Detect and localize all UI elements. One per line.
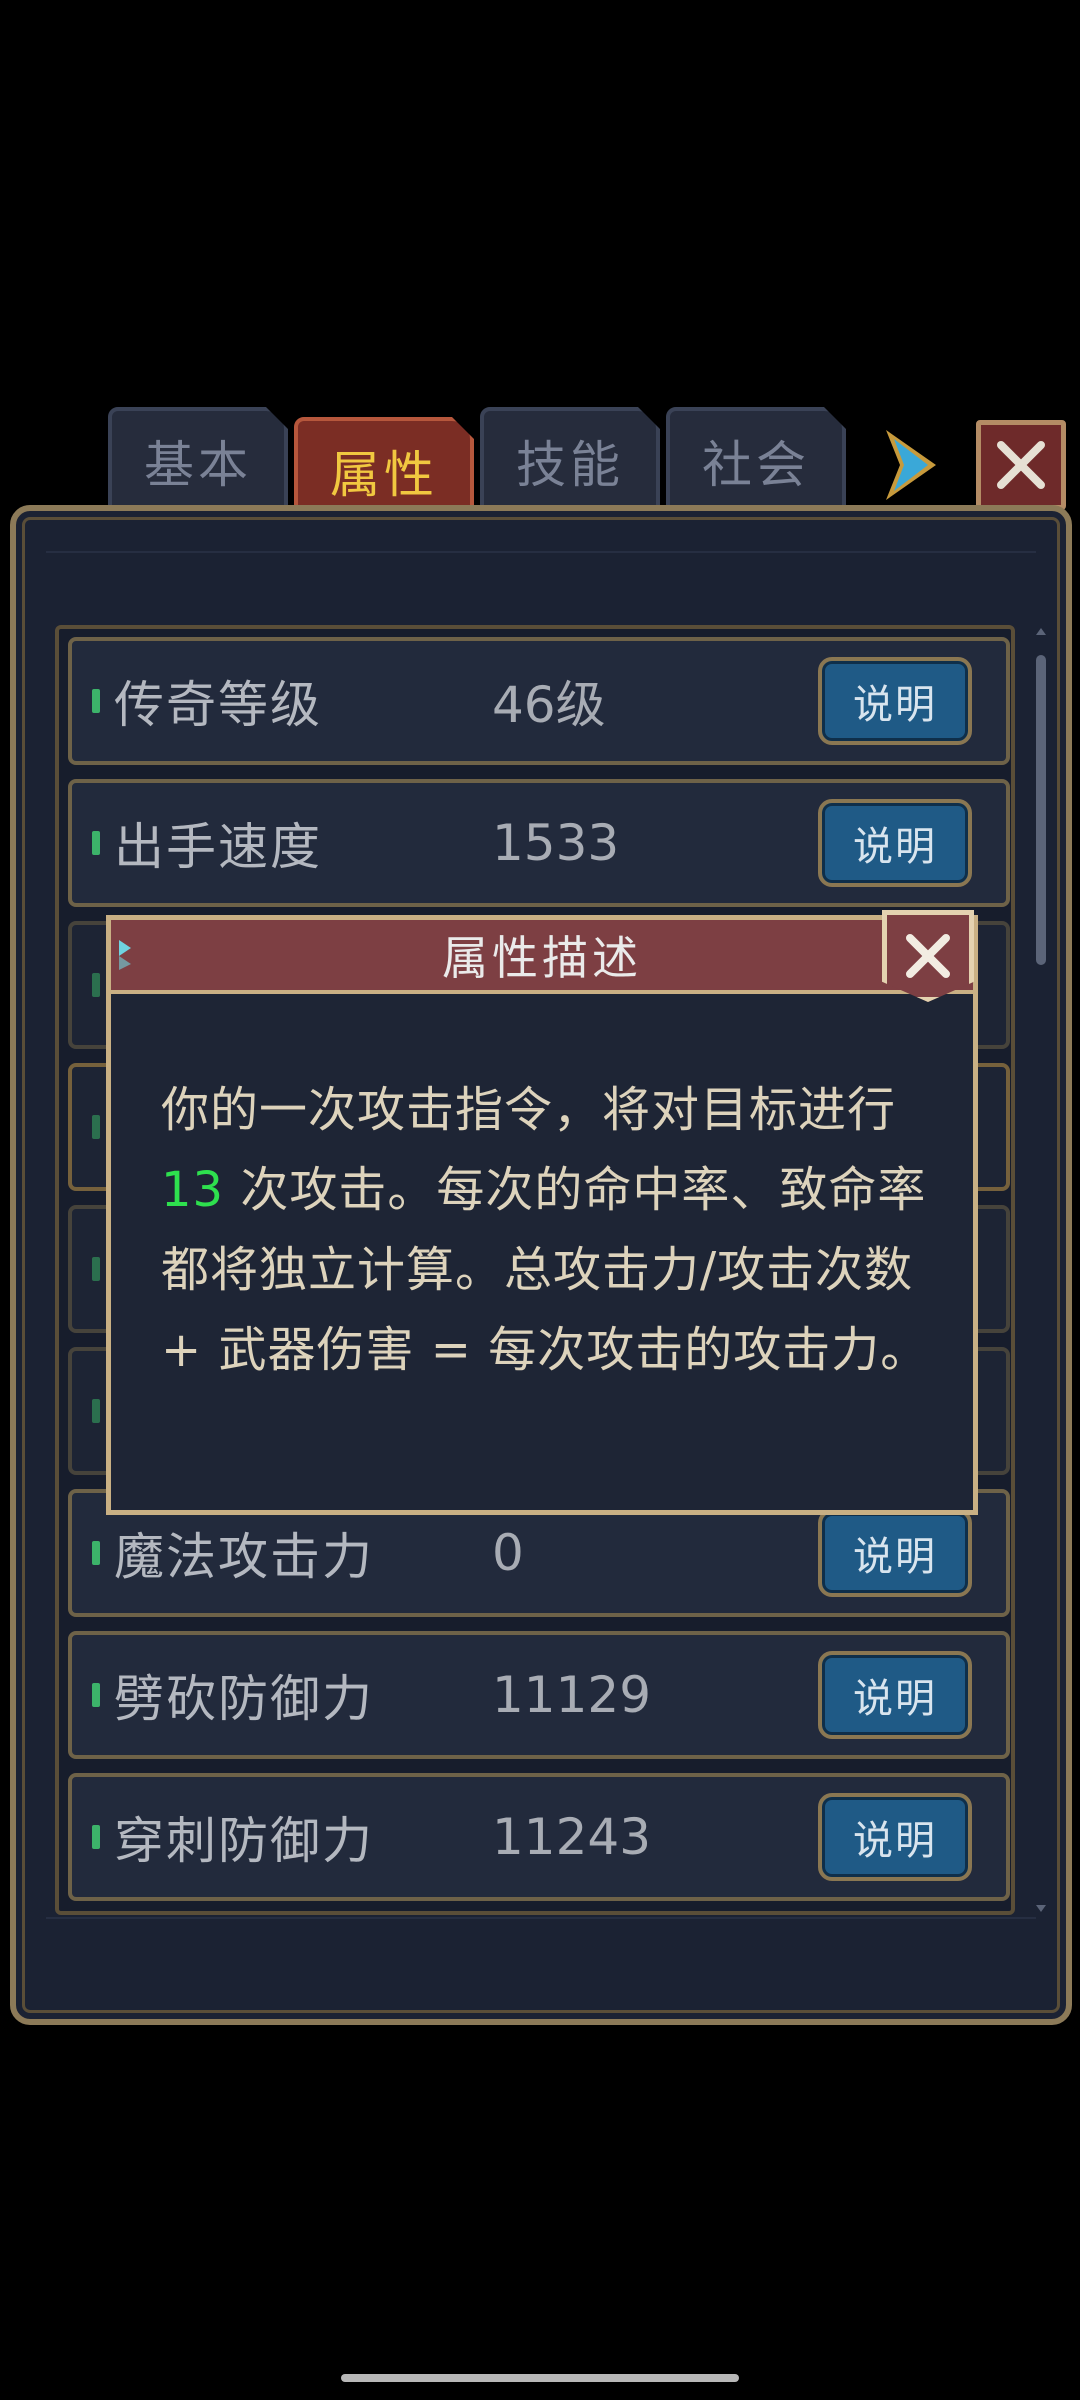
- tab-social-label: 社会: [702, 436, 810, 494]
- panel-ornament-bottom: [46, 1917, 1036, 1989]
- attribute-label: 劈砍防御力: [114, 1670, 374, 1728]
- explain-button[interactable]: 说明: [818, 1793, 972, 1881]
- scroll-down-icon: [1036, 1905, 1046, 1912]
- dialog-description: 你的一次攻击指令，将对目标进行 13 次攻击。每次的命中率、致命率都将独立计算。总…: [161, 1070, 941, 1390]
- tab-social[interactable]: 社会: [666, 407, 846, 515]
- scrollbar[interactable]: [1034, 625, 1048, 1915]
- attribute-label: 传奇等级: [114, 676, 322, 734]
- attribute-value: 1533: [492, 814, 620, 872]
- tab-skills-label: 技能: [516, 436, 624, 494]
- explain-button[interactable]: 说明: [818, 1651, 972, 1739]
- attribute-row: 出手速度 1533 说明: [68, 779, 1010, 907]
- dialog-text-after: 次攻击。每次的命中率、致命率都将独立计算。总攻击力/攻击次数 + 武器伤害 = …: [161, 1162, 930, 1378]
- arrow-right-icon: [886, 430, 936, 500]
- tab-attributes-label: 属性: [330, 446, 438, 504]
- bullet-icon: [92, 831, 100, 855]
- bullet-icon: [92, 1115, 100, 1139]
- attribute-label: 出手速度: [114, 818, 322, 876]
- bullet-icon: [92, 689, 100, 713]
- attack-count-value: 13: [161, 1162, 225, 1218]
- tab-skills[interactable]: 技能: [480, 407, 660, 515]
- scroll-up-icon: [1036, 628, 1046, 635]
- panel-ornament-top: [46, 551, 1036, 623]
- next-tab-button[interactable]: [876, 425, 942, 505]
- bullet-icon: [92, 1257, 100, 1281]
- home-indicator[interactable]: [341, 2374, 739, 2382]
- attribute-label: 穿刺防御力: [114, 1812, 374, 1870]
- attribute-value: 11243: [492, 1808, 652, 1866]
- tab-basic[interactable]: 基本: [108, 407, 288, 515]
- bullet-icon: [92, 1541, 100, 1565]
- attribute-description-dialog: 属性描述 你的一次攻击指令，将对目标进行 13 次攻击。每次的命中率、致命率都将独…: [106, 915, 978, 1515]
- bullet-icon: [92, 1683, 100, 1707]
- bullet-icon: [92, 1399, 100, 1423]
- attribute-value: 46级: [492, 676, 606, 734]
- attribute-value: 11129: [492, 1666, 652, 1724]
- attribute-row: 劈砍防御力 11129 说明: [68, 1631, 1010, 1759]
- tab-basic-label: 基本: [144, 436, 252, 494]
- explain-button[interactable]: 说明: [818, 657, 972, 745]
- dialog-title: 属性描述: [442, 931, 642, 985]
- explain-button[interactable]: 说明: [818, 799, 972, 887]
- scroll-thumb[interactable]: [1036, 655, 1046, 965]
- bullet-icon: [92, 1825, 100, 1849]
- bullet-icon: [92, 973, 100, 997]
- title-deco-icon: [119, 940, 131, 970]
- attribute-row: 穿刺防御力 11243 说明: [68, 1773, 1010, 1901]
- attribute-row: 传奇等级 46级 说明: [68, 637, 1010, 765]
- close-icon: [997, 441, 1045, 489]
- explain-button[interactable]: 说明: [818, 1509, 972, 1597]
- dialog-text-before: 你的一次攻击指令，将对目标进行: [161, 1082, 897, 1138]
- close-icon: [906, 934, 950, 978]
- dialog-title-bar: 属性描述: [111, 920, 973, 994]
- close-window-button[interactable]: [976, 420, 1066, 510]
